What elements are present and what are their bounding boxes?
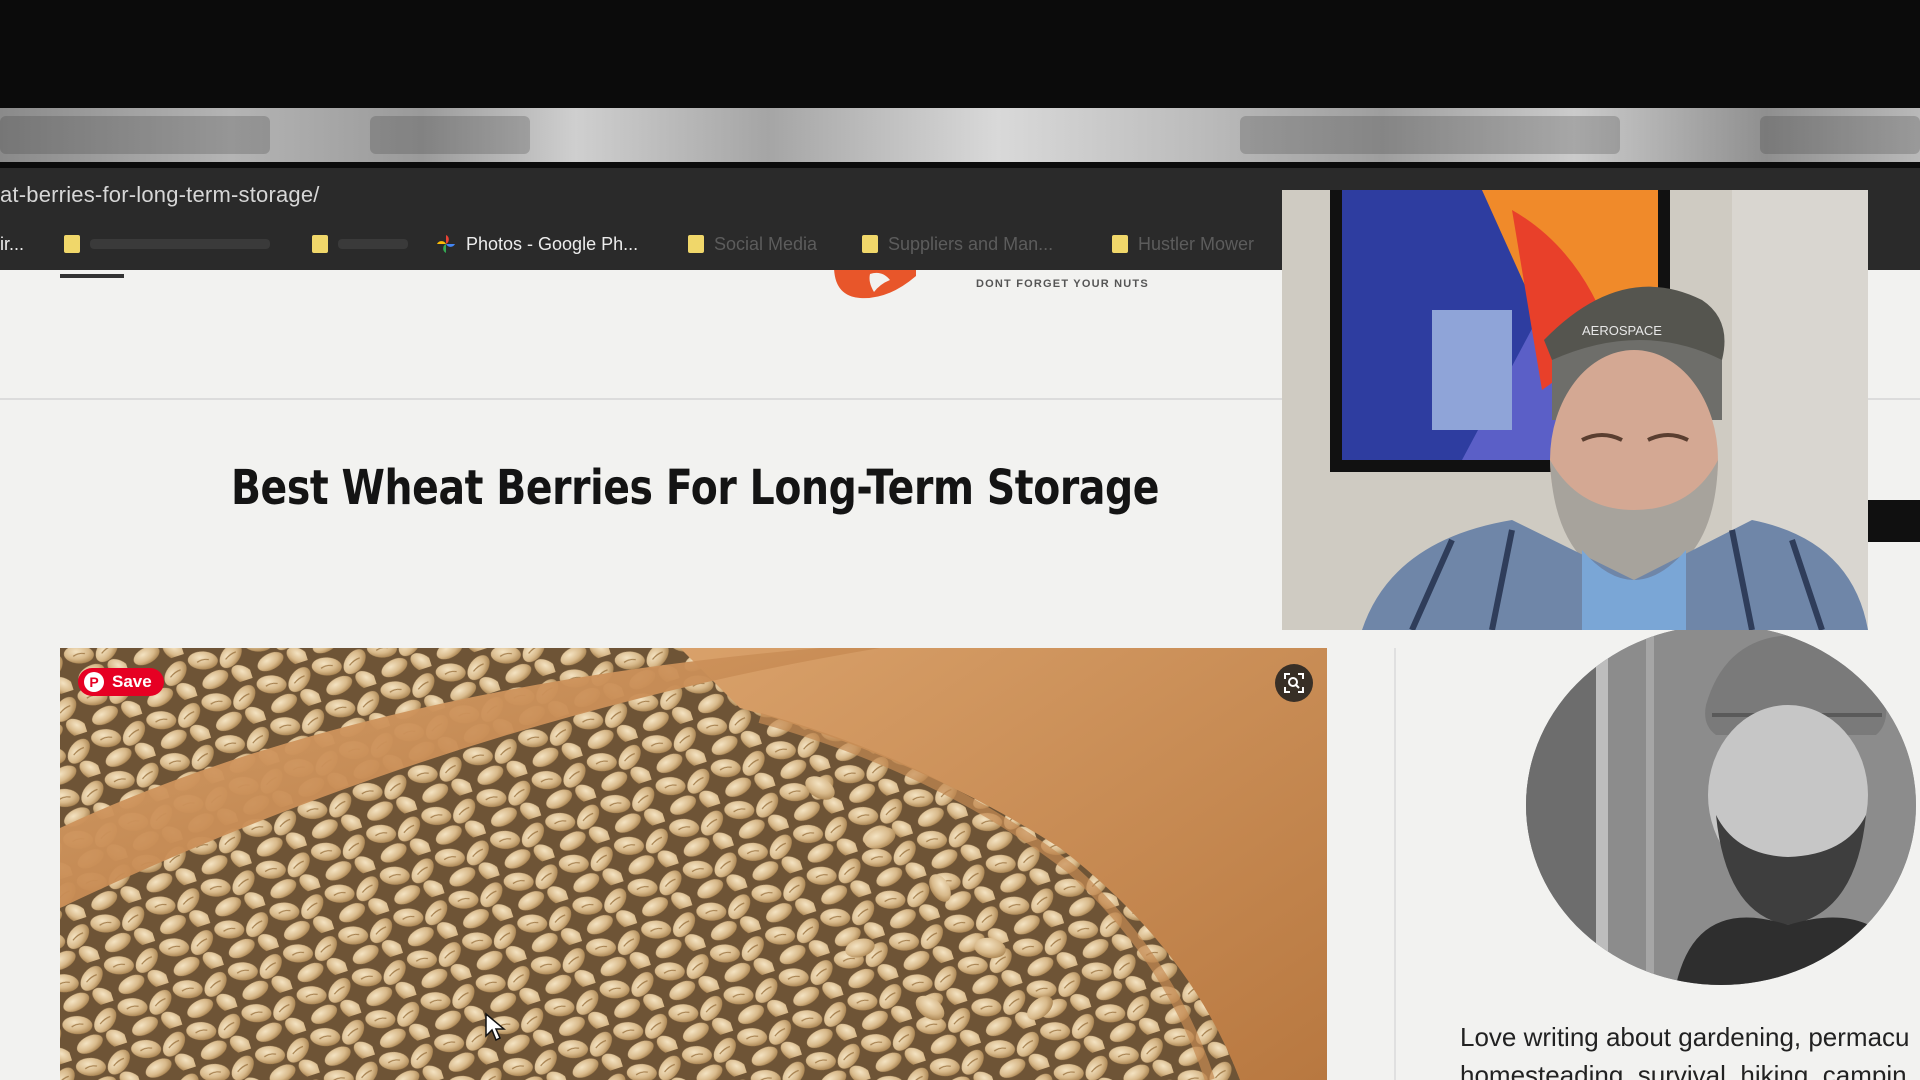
video-letterbox-top: [0, 0, 1920, 108]
folder-icon: [64, 235, 80, 253]
sidebar-divider: [1394, 648, 1396, 1080]
bookmark-label: Social Media: [714, 233, 818, 254]
bookmark-label: ir...: [0, 233, 25, 254]
bookmark-item[interactable]: ir...: [0, 230, 24, 258]
bookmark-label: Hustler Mower: [1138, 233, 1255, 254]
presenter-video: AEROSPACE: [1282, 190, 1868, 630]
tab-blurred[interactable]: [1240, 116, 1620, 154]
save-label: Save: [112, 672, 152, 691]
webcam-overlay: AEROSPACE: [1282, 190, 1868, 630]
bookmark-label-blurred: [90, 239, 270, 249]
author-avatar: [1526, 625, 1916, 985]
author-portrait-image: [1526, 625, 1916, 985]
pinterest-icon: P: [84, 672, 104, 692]
google-photos-icon: [437, 235, 455, 253]
bookmark-label: Suppliers and Man...: [888, 233, 1054, 254]
bookmark-folder[interactable]: Suppliers and Man...: [862, 230, 1053, 258]
visual-search-button[interactable]: [1275, 664, 1313, 702]
bookmark-folder[interactable]: Hustler Mower: [1112, 230, 1254, 258]
pinterest-save-button[interactable]: P Save: [78, 668, 164, 696]
bookmark-folder[interactable]: [64, 230, 270, 258]
bio-line: Love writing about gardening, permacu: [1460, 1022, 1910, 1052]
site-logo-icon[interactable]: [830, 270, 916, 302]
lens-icon: [1284, 673, 1304, 693]
folder-icon: [862, 235, 878, 253]
site-tagline: DONT FORGET YOUR NUTS: [976, 278, 1149, 290]
bookmark-label: Photos - Google Ph...: [466, 233, 639, 254]
browser-tab-strip: [0, 108, 1920, 162]
article-title: Best Wheat Berries For Long-Term Storage: [230, 460, 1160, 516]
bookmark-folder[interactable]: Social Media: [688, 230, 817, 258]
bookmark-label-blurred: [338, 239, 408, 249]
bookmark-google-photos[interactable]: Photos - Google Ph...: [436, 230, 638, 258]
folder-icon: [688, 235, 704, 253]
bio-line: homesteading, survival, hiking, campin: [1460, 1060, 1907, 1080]
hamburger-menu-icon[interactable]: [60, 274, 124, 278]
cap-logo-text: AEROSPACE: [1582, 323, 1662, 338]
nav-strip: [1866, 500, 1920, 542]
tab-blurred[interactable]: [0, 116, 270, 154]
author-bio: Love writing about gardening, permacu ho…: [1460, 1018, 1920, 1080]
tab-blurred[interactable]: [370, 116, 530, 154]
hero-image-wheat-berries[interactable]: P Save: [60, 648, 1327, 1080]
folder-icon: [312, 235, 328, 253]
mouse-cursor-icon: [485, 1012, 506, 1042]
wheat-grains-image: [60, 648, 1327, 1080]
folder-icon: [1112, 235, 1128, 253]
tab-blurred[interactable]: [1760, 116, 1920, 154]
bookmark-folder[interactable]: [312, 230, 408, 258]
url-text[interactable]: at-berries-for-long-term-storage/: [0, 182, 320, 208]
